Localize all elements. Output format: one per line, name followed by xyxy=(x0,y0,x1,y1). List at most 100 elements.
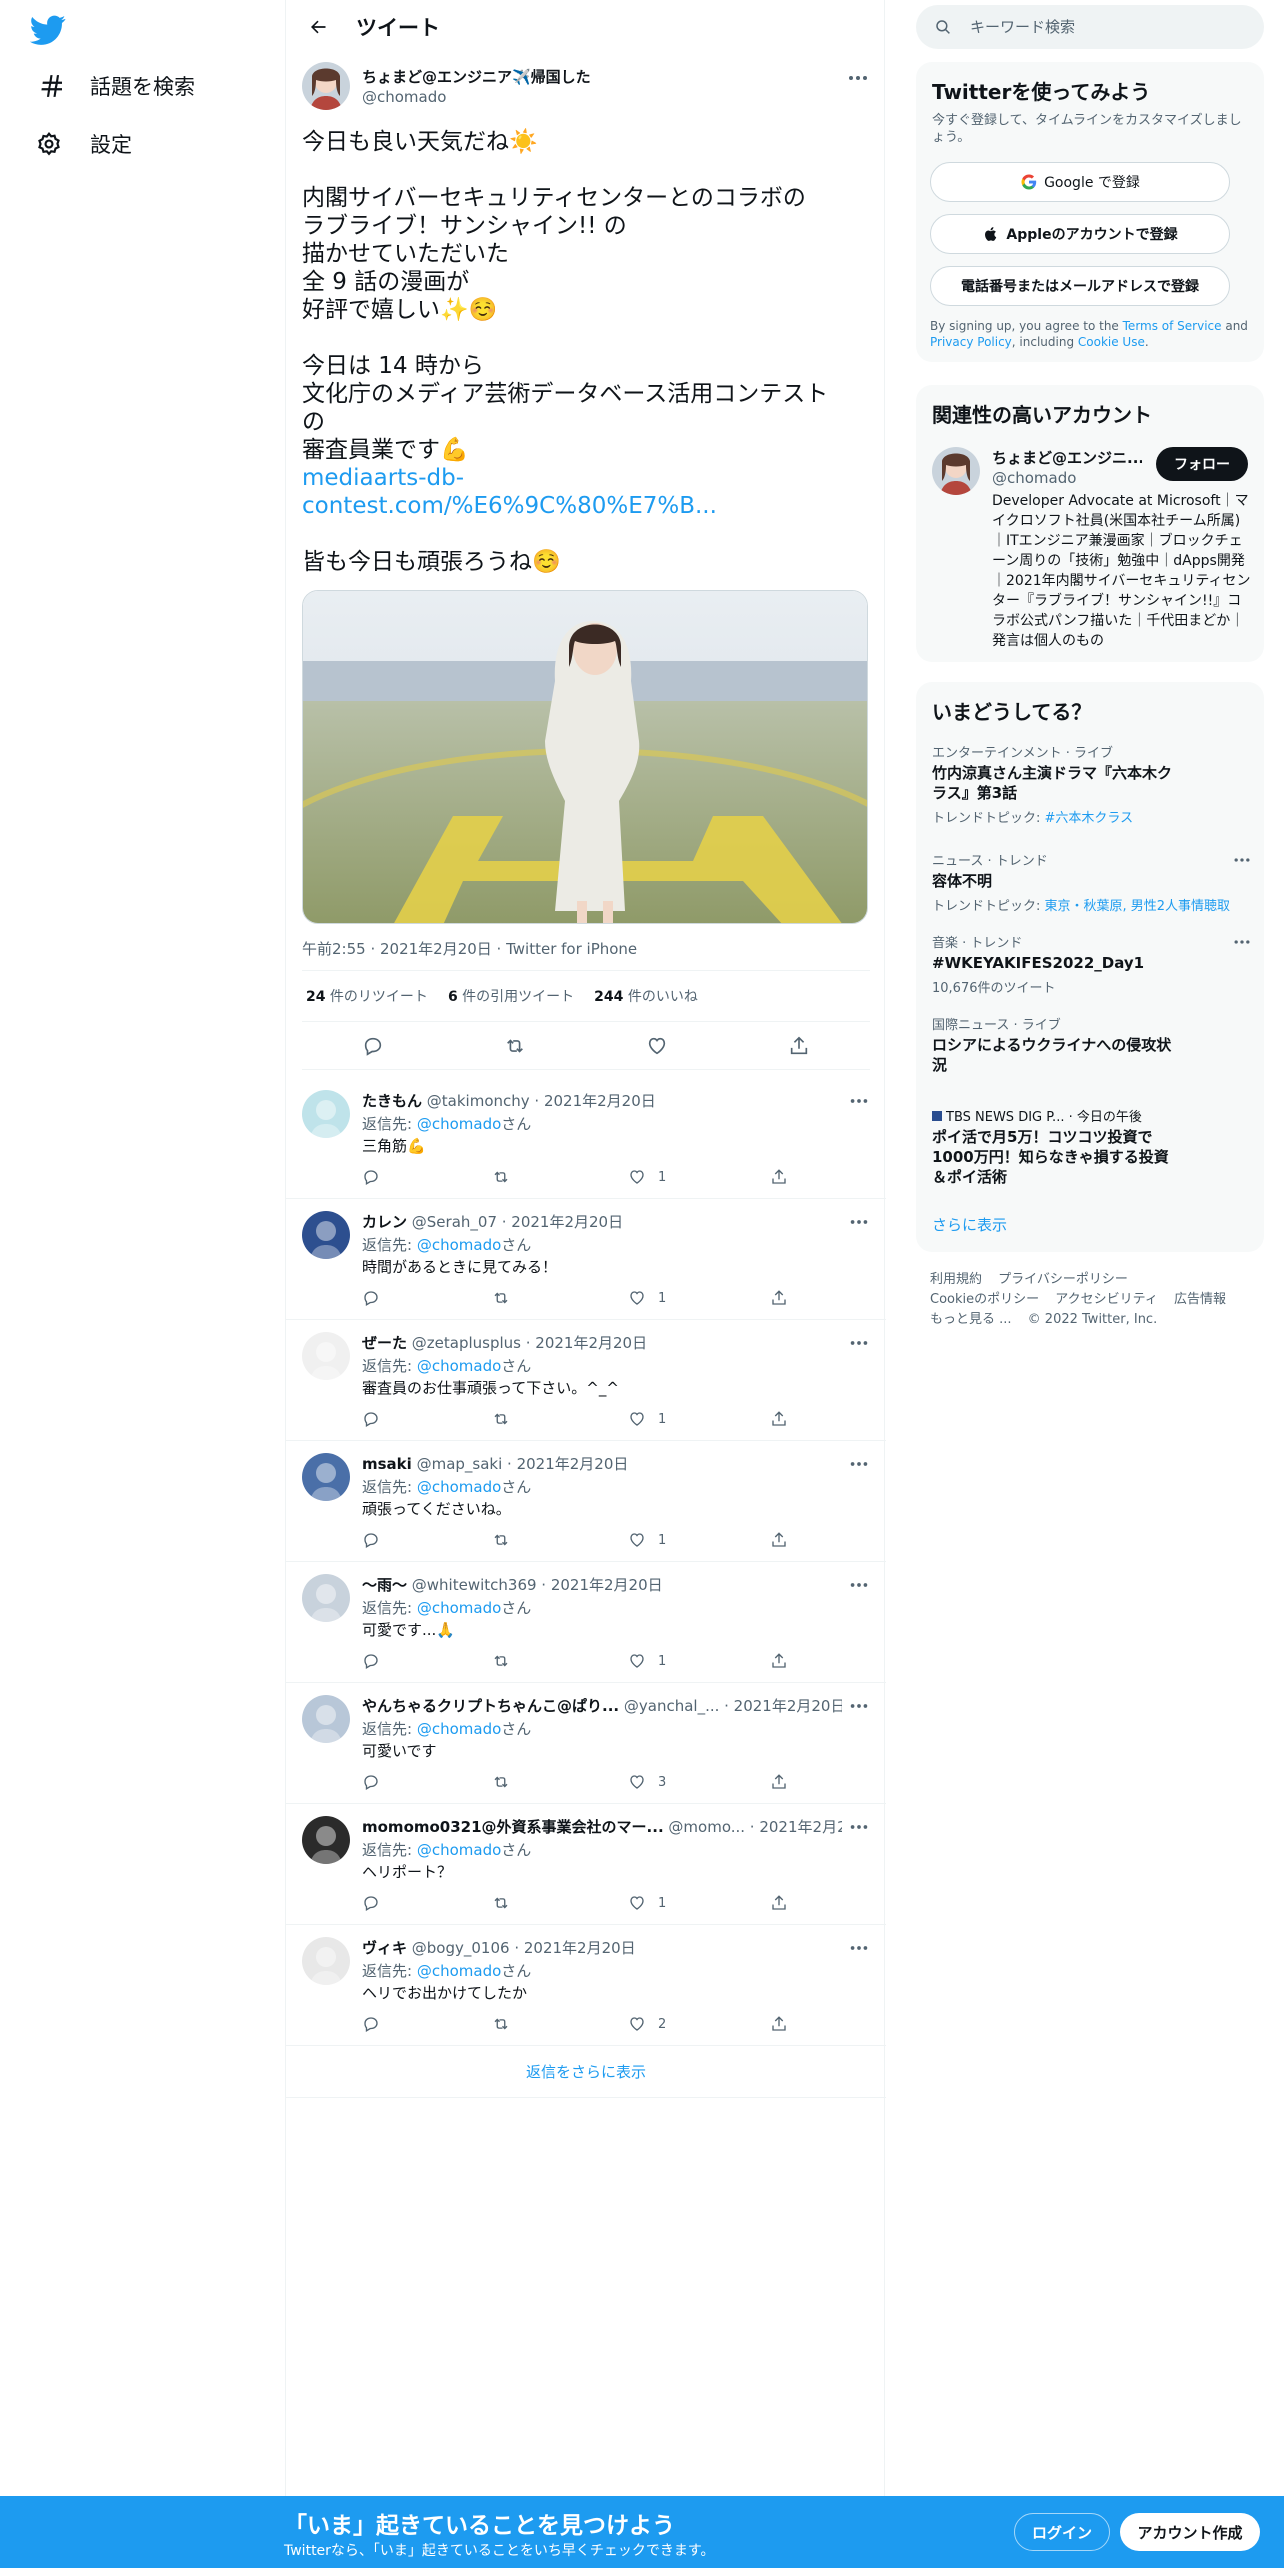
more-options-icon[interactable] xyxy=(848,1695,870,1717)
reply-to-handle-link[interactable]: @chomado xyxy=(417,1236,501,1254)
more-options-icon[interactable] xyxy=(848,1090,870,1112)
reply-author-name[interactable]: カレン xyxy=(362,1213,407,1231)
reply-tweet[interactable]: msaki @map_saki · 2021年2月20日 返信先: @chomad… xyxy=(286,1441,886,1562)
like-button[interactable]: 2 xyxy=(628,2015,666,2033)
retweet-button[interactable] xyxy=(492,1773,510,1791)
reply-button[interactable] xyxy=(362,1289,380,1307)
reply-author-name[interactable]: やんちゃるクリプトちゃんこ@ぱり... xyxy=(362,1697,619,1715)
like-button[interactable]: 1 xyxy=(628,1652,666,1670)
tweet-author-name[interactable]: ちょまど@エンジニア✈️帰国した xyxy=(362,66,591,87)
avatar[interactable] xyxy=(302,1574,350,1622)
terms-of-service-link[interactable]: Terms of Service xyxy=(1123,319,1222,333)
back-button[interactable] xyxy=(300,9,336,45)
retweets-stat[interactable]: 24 件のリツイート xyxy=(306,986,428,1006)
trend-item[interactable]: ニュース · トレンド 容体不明 トレンドトピック: 東京・秋葉原, 男性2人事… xyxy=(932,850,1250,914)
tweet-photo[interactable] xyxy=(302,590,868,924)
like-button[interactable]: 1 xyxy=(628,1894,666,1912)
reply-button[interactable] xyxy=(362,1531,380,1549)
search-bar[interactable] xyxy=(916,5,1264,49)
reply-tweet[interactable]: やんちゃるクリプトちゃんこ@ぱり... @yanchal_... · 2021年… xyxy=(286,1683,886,1804)
related-account-handle[interactable]: @chomado xyxy=(992,469,1076,487)
retweet-button[interactable] xyxy=(492,1289,510,1307)
share-button[interactable] xyxy=(770,1531,788,1549)
reply-tweet[interactable]: momomo0321@外資系事業会社のマー... @momo... · 2021… xyxy=(286,1804,886,1925)
cookie-use-link[interactable]: Cookie Use xyxy=(1078,335,1145,349)
more-options-icon[interactable] xyxy=(848,1574,870,1596)
more-options-icon[interactable] xyxy=(848,1816,870,1838)
like-icon[interactable] xyxy=(646,1035,668,1057)
search-input[interactable] xyxy=(970,18,1250,36)
reply-button[interactable] xyxy=(362,1773,380,1791)
avatar[interactable] xyxy=(932,447,980,495)
reply-icon[interactable] xyxy=(362,1035,384,1057)
reply-tweet[interactable]: 〜雨〜 @whitewitch369 · 2021年2月20日 返信先: @cho… xyxy=(286,1562,886,1683)
reply-author-name[interactable]: msaki xyxy=(362,1455,412,1473)
related-account-name[interactable]: ちょまど@エンジニ... xyxy=(992,447,1142,468)
nav-explore[interactable]: 話題を検索 xyxy=(36,66,195,106)
share-button[interactable] xyxy=(770,1410,788,1428)
share-button[interactable] xyxy=(770,2015,788,2033)
login-button[interactable]: ログイン xyxy=(1014,2513,1110,2551)
likes-stat[interactable]: 244 件のいいね xyxy=(594,986,698,1006)
footer-link[interactable]: プライバシーポリシー xyxy=(998,1272,1128,1287)
reply-button[interactable] xyxy=(362,1168,380,1186)
like-button[interactable]: 1 xyxy=(628,1289,666,1307)
share-button[interactable] xyxy=(770,1652,788,1670)
trend-item[interactable]: 国際ニュース · ライブ ロシアによるウクライナへの侵攻状況 xyxy=(932,1014,1248,1075)
avatar[interactable] xyxy=(302,1695,350,1743)
trend-item[interactable]: TBS NEWS DIG P... · 今日の午後 ポイ活で月5万！コツコツ投資… xyxy=(932,1106,1248,1187)
reply-to-handle-link[interactable]: @chomado xyxy=(417,1115,501,1133)
trends-show-more-link[interactable]: さらに表示 xyxy=(932,1214,1007,1235)
avatar[interactable] xyxy=(302,1453,350,1501)
like-button[interactable]: 1 xyxy=(628,1168,666,1186)
retweet-button[interactable] xyxy=(492,1894,510,1912)
reply-to-handle-link[interactable]: @chomado xyxy=(417,1841,501,1859)
apple-signup-button[interactable]: Appleのアカウントで登録 xyxy=(930,214,1230,254)
avatar[interactable] xyxy=(302,62,350,110)
twitter-logo-icon[interactable] xyxy=(29,12,66,48)
reply-tweet[interactable]: カレン @Serah_07 · 2021年2月20日 返信先: @chomadoさ… xyxy=(286,1199,886,1320)
retweet-button[interactable] xyxy=(492,1168,510,1186)
reply-meta[interactable]: @Serah_07 · 2021年2月20日 xyxy=(407,1213,623,1231)
reply-author-name[interactable]: たきもん xyxy=(362,1092,422,1110)
reply-tweet[interactable]: ぜーた @zetaplusplus · 2021年2月20日 返信先: @chom… xyxy=(286,1320,886,1441)
reply-meta[interactable]: @map_saki · 2021年2月20日 xyxy=(412,1455,629,1473)
reply-meta[interactable]: @zetaplusplus · 2021年2月20日 xyxy=(407,1334,647,1352)
show-more-replies-button[interactable]: 返信をさらに表示 xyxy=(286,2046,886,2098)
retweet-button[interactable] xyxy=(492,1531,510,1549)
footer-link[interactable]: 広告情報 xyxy=(1174,1292,1226,1307)
reply-to-handle-link[interactable]: @chomado xyxy=(417,1962,501,1980)
reply-meta[interactable]: @takimonchy · 2021年2月20日 xyxy=(422,1092,656,1110)
more-options-icon[interactable] xyxy=(848,1332,870,1354)
tweet-link[interactable]: mediaarts-db-contest.com/%E6%9C%80%E7%B.… xyxy=(302,464,870,520)
footer-link[interactable]: もっと見る ... xyxy=(930,1312,1012,1327)
share-button[interactable] xyxy=(770,1894,788,1912)
trend-item[interactable]: 音楽 · トレンド #WKEYAKIFES2022_Day1 10,676件のツ… xyxy=(932,932,1250,996)
reply-meta[interactable]: @momo... · 2021年2月20日 xyxy=(664,1818,842,1836)
reply-author-name[interactable]: momomo0321@外資系事業会社のマー... xyxy=(362,1818,664,1836)
retweet-button[interactable] xyxy=(492,1410,510,1428)
more-options-icon[interactable] xyxy=(1232,850,1252,870)
reply-meta[interactable]: @yanchal_... · 2021年2月20日 xyxy=(619,1697,842,1715)
reply-to-handle-link[interactable]: @chomado xyxy=(417,1599,501,1617)
trend-item[interactable]: エンターテインメント · ライブ 竹内涼真さん主演ドラマ『六本木クラス』第3話 … xyxy=(932,742,1248,826)
more-options-icon[interactable] xyxy=(846,66,870,90)
reply-button[interactable] xyxy=(362,1410,380,1428)
reply-to-handle-link[interactable]: @chomado xyxy=(417,1357,501,1375)
share-button[interactable] xyxy=(770,1289,788,1307)
reply-button[interactable] xyxy=(362,1894,380,1912)
avatar[interactable] xyxy=(302,1816,350,1864)
share-button[interactable] xyxy=(770,1773,788,1791)
share-icon[interactable] xyxy=(788,1035,810,1057)
nav-settings[interactable]: 設定 xyxy=(36,124,132,164)
avatar[interactable] xyxy=(302,1937,350,1985)
like-button[interactable]: 1 xyxy=(628,1531,666,1549)
avatar[interactable] xyxy=(302,1211,350,1259)
privacy-policy-link[interactable]: Privacy Policy xyxy=(930,335,1012,349)
quotes-stat[interactable]: 6 件の引用ツイート xyxy=(448,986,574,1006)
share-button[interactable] xyxy=(770,1168,788,1186)
more-options-icon[interactable] xyxy=(848,1937,870,1959)
avatar[interactable] xyxy=(302,1332,350,1380)
reply-to-handle-link[interactable]: @chomado xyxy=(417,1720,501,1738)
footer-link[interactable]: 利用規約 xyxy=(930,1272,982,1287)
